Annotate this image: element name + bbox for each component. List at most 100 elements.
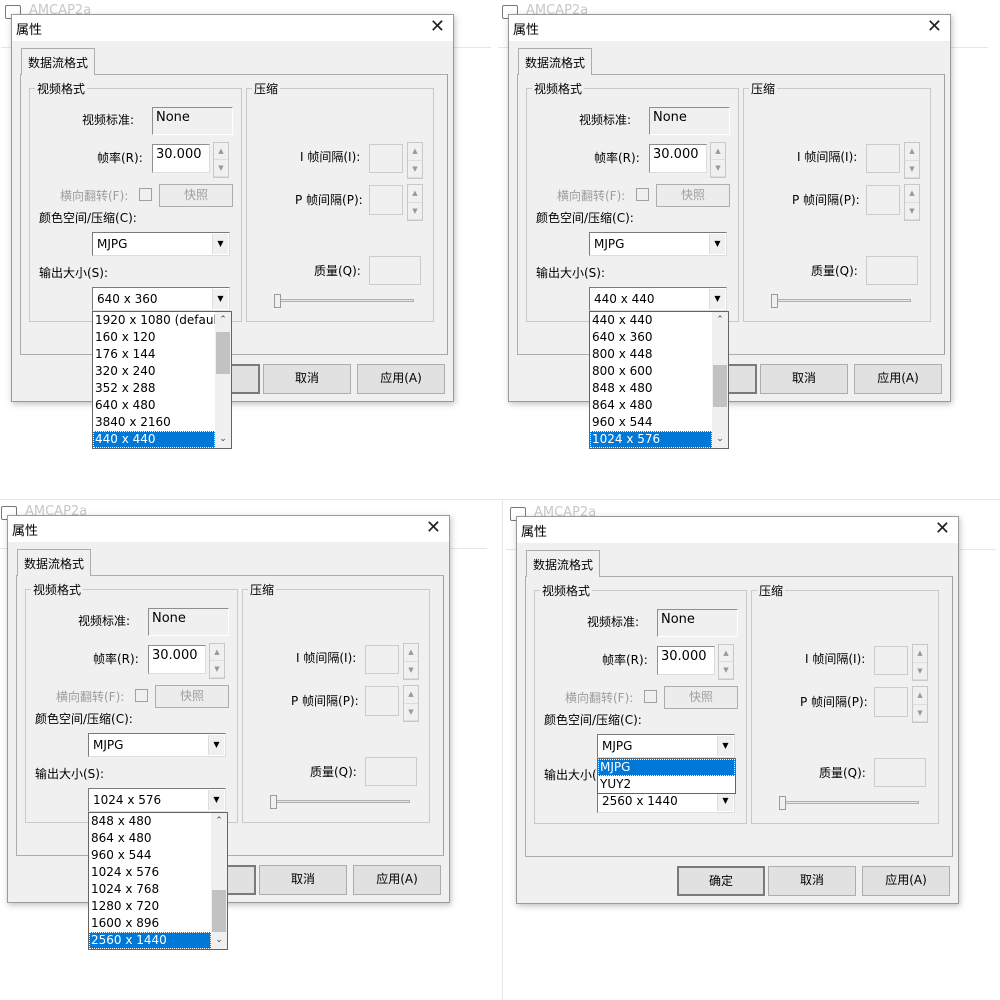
quality-slider-track[interactable] bbox=[783, 801, 919, 804]
spin-down-icon[interactable]: ▼ bbox=[214, 160, 228, 177]
dropdown-option[interactable]: 960 x 544 bbox=[89, 847, 211, 864]
apply-button[interactable]: 应用(A) bbox=[357, 364, 445, 394]
dropdown-option[interactable]: 1024 x 768 bbox=[89, 881, 211, 898]
dropdown-option[interactable]: 640 x 480 bbox=[93, 397, 215, 414]
spin-down-icon[interactable]: ▼ bbox=[913, 663, 927, 680]
output-size-dropdown-list[interactable]: 440 x 440 640 x 360 800 x 448 800 x 600 848 … bbox=[589, 311, 729, 449]
tab-stream-format[interactable]: 数据流格式 bbox=[17, 549, 92, 576]
dropdown-option[interactable]: 800 x 448 bbox=[590, 346, 712, 363]
flip-checkbox[interactable] bbox=[139, 188, 152, 201]
scroll-down-icon[interactable]: ⌄ bbox=[712, 431, 728, 448]
dropdown-option[interactable]: 848 x 480 bbox=[590, 380, 712, 397]
color-space-select[interactable]: MJPG ▼ bbox=[597, 734, 735, 758]
dropdown-option[interactable]: 1920 x 1080 (default) bbox=[93, 312, 215, 329]
flip-checkbox[interactable] bbox=[636, 188, 649, 201]
dropdown-option[interactable]: 960 x 544 bbox=[590, 414, 712, 431]
quality-slider-track[interactable] bbox=[278, 299, 414, 302]
p-frame-interval-input[interactable] bbox=[874, 687, 908, 717]
p-frame-spinner[interactable]: ▲ ▼ bbox=[407, 184, 423, 221]
spin-down-icon[interactable]: ▼ bbox=[719, 662, 733, 679]
p-frame-spinner[interactable]: ▲ ▼ bbox=[912, 686, 928, 723]
output-size-dropdown-list[interactable]: 1920 x 1080 (default) 160 x 120 176 x 144 3… bbox=[92, 311, 232, 449]
chevron-down-icon[interactable]: ▼ bbox=[212, 289, 228, 309]
tab-stream-format[interactable]: 数据流格式 bbox=[518, 48, 593, 75]
frame-rate-input[interactable]: 30.000 bbox=[148, 645, 206, 674]
snapshot-button[interactable]: 快照 bbox=[664, 686, 738, 709]
spin-down-icon[interactable]: ▼ bbox=[404, 662, 418, 679]
i-frame-spinner[interactable]: ▲ ▼ bbox=[407, 142, 423, 179]
p-frame-spinner[interactable]: ▲ ▼ bbox=[904, 184, 920, 221]
cancel-button[interactable]: 取消 bbox=[259, 865, 347, 895]
spin-up-icon[interactable]: ▲ bbox=[905, 185, 919, 203]
quality-input[interactable] bbox=[874, 758, 926, 787]
spin-down-icon[interactable]: ▼ bbox=[408, 203, 422, 220]
dropdown-option[interactable]: 1024 x 576 bbox=[590, 431, 712, 448]
color-space-select[interactable]: MJPG ▼ bbox=[589, 232, 727, 256]
quality-slider-thumb[interactable] bbox=[270, 795, 277, 809]
color-space-dropdown-list[interactable]: MJPG YUY2 bbox=[597, 758, 736, 794]
dropdown-option[interactable]: 440 x 440 bbox=[590, 312, 712, 329]
chevron-down-icon[interactable]: ▼ bbox=[208, 735, 224, 755]
quality-slider-track[interactable] bbox=[775, 299, 911, 302]
dropdown-option[interactable]: YUY2 bbox=[598, 776, 735, 793]
dropdown-option[interactable]: MJPG bbox=[598, 759, 735, 776]
apply-button[interactable]: 应用(A) bbox=[353, 865, 441, 895]
quality-slider-track[interactable] bbox=[274, 800, 410, 803]
quality-input[interactable] bbox=[365, 757, 417, 786]
spin-down-icon[interactable]: ▼ bbox=[905, 161, 919, 178]
tab-stream-format[interactable]: 数据流格式 bbox=[526, 550, 601, 577]
chevron-down-icon[interactable]: ▼ bbox=[709, 234, 725, 254]
dropdown-option[interactable]: 320 x 240 bbox=[93, 363, 215, 380]
i-frame-interval-input[interactable] bbox=[874, 646, 908, 675]
i-frame-interval-input[interactable] bbox=[866, 144, 900, 173]
chevron-down-icon[interactable]: ▼ bbox=[717, 791, 733, 811]
quality-slider-thumb[interactable] bbox=[779, 796, 786, 810]
p-frame-interval-input[interactable] bbox=[365, 686, 399, 716]
quality-input[interactable] bbox=[369, 256, 421, 285]
spin-up-icon[interactable]: ▲ bbox=[404, 644, 418, 662]
dropdown-option[interactable]: 864 x 480 bbox=[89, 830, 211, 847]
scrollbar-thumb[interactable] bbox=[713, 365, 727, 407]
output-size-select[interactable]: 640 x 360 ▼ bbox=[92, 287, 230, 311]
quality-slider-thumb[interactable] bbox=[274, 294, 281, 308]
spin-up-icon[interactable]: ▲ bbox=[214, 143, 228, 160]
close-icon[interactable]: ✕ bbox=[426, 517, 441, 538]
dropdown-option[interactable]: 2560 x 1440 bbox=[89, 932, 211, 949]
output-size-dropdown-list[interactable]: 848 x 480 864 x 480 960 x 544 1024 x 576 102… bbox=[88, 812, 228, 950]
flip-checkbox[interactable] bbox=[644, 690, 657, 703]
i-frame-interval-input[interactable] bbox=[369, 144, 403, 173]
quality-input[interactable] bbox=[866, 256, 918, 285]
frame-rate-input[interactable]: 30.000 bbox=[649, 144, 707, 173]
dropdown-option[interactable]: 1280 x 720 bbox=[89, 898, 211, 915]
chevron-down-icon[interactable]: ▼ bbox=[709, 289, 725, 309]
spin-down-icon[interactable]: ▼ bbox=[913, 705, 927, 722]
spin-up-icon[interactable]: ▲ bbox=[404, 686, 418, 704]
ok-button[interactable]: 确定 bbox=[677, 866, 765, 896]
scroll-up-icon[interactable]: ⌃ bbox=[211, 813, 227, 830]
dropdown-option[interactable]: 440 x 440 bbox=[93, 431, 215, 448]
output-size-select[interactable]: 1024 x 576 ▼ bbox=[88, 788, 226, 812]
spin-up-icon[interactable]: ▲ bbox=[905, 143, 919, 161]
output-size-select[interactable]: 440 x 440 ▼ bbox=[589, 287, 727, 311]
dropdown-option[interactable]: 864 x 480 bbox=[590, 397, 712, 414]
snapshot-button[interactable]: 快照 bbox=[159, 184, 233, 207]
frame-rate-spinner[interactable]: ▲ ▼ bbox=[213, 142, 229, 178]
spin-down-icon[interactable]: ▼ bbox=[210, 661, 224, 678]
quality-slider-thumb[interactable] bbox=[771, 294, 778, 308]
dropdown-option[interactable]: 640 x 360 bbox=[590, 329, 712, 346]
cancel-button[interactable]: 取消 bbox=[760, 364, 848, 394]
scrollbar-thumb[interactable] bbox=[212, 890, 226, 932]
dropdown-option[interactable]: 800 x 600 bbox=[590, 363, 712, 380]
tab-stream-format[interactable]: 数据流格式 bbox=[21, 48, 96, 75]
i-frame-spinner[interactable]: ▲ ▼ bbox=[904, 142, 920, 179]
close-icon[interactable]: ✕ bbox=[935, 518, 950, 539]
dropdown-option[interactable]: 3840 x 2160 bbox=[93, 414, 215, 431]
apply-button[interactable]: 应用(A) bbox=[862, 866, 950, 896]
spin-up-icon[interactable]: ▲ bbox=[210, 644, 224, 661]
spin-up-icon[interactable]: ▲ bbox=[408, 143, 422, 161]
spin-up-icon[interactable]: ▲ bbox=[408, 185, 422, 203]
frame-rate-spinner[interactable]: ▲ ▼ bbox=[209, 643, 225, 679]
dropdown-scrollbar[interactable]: ⌃ ⌄ bbox=[712, 312, 728, 448]
p-frame-interval-input[interactable] bbox=[866, 185, 900, 215]
spin-down-icon[interactable]: ▼ bbox=[408, 161, 422, 178]
